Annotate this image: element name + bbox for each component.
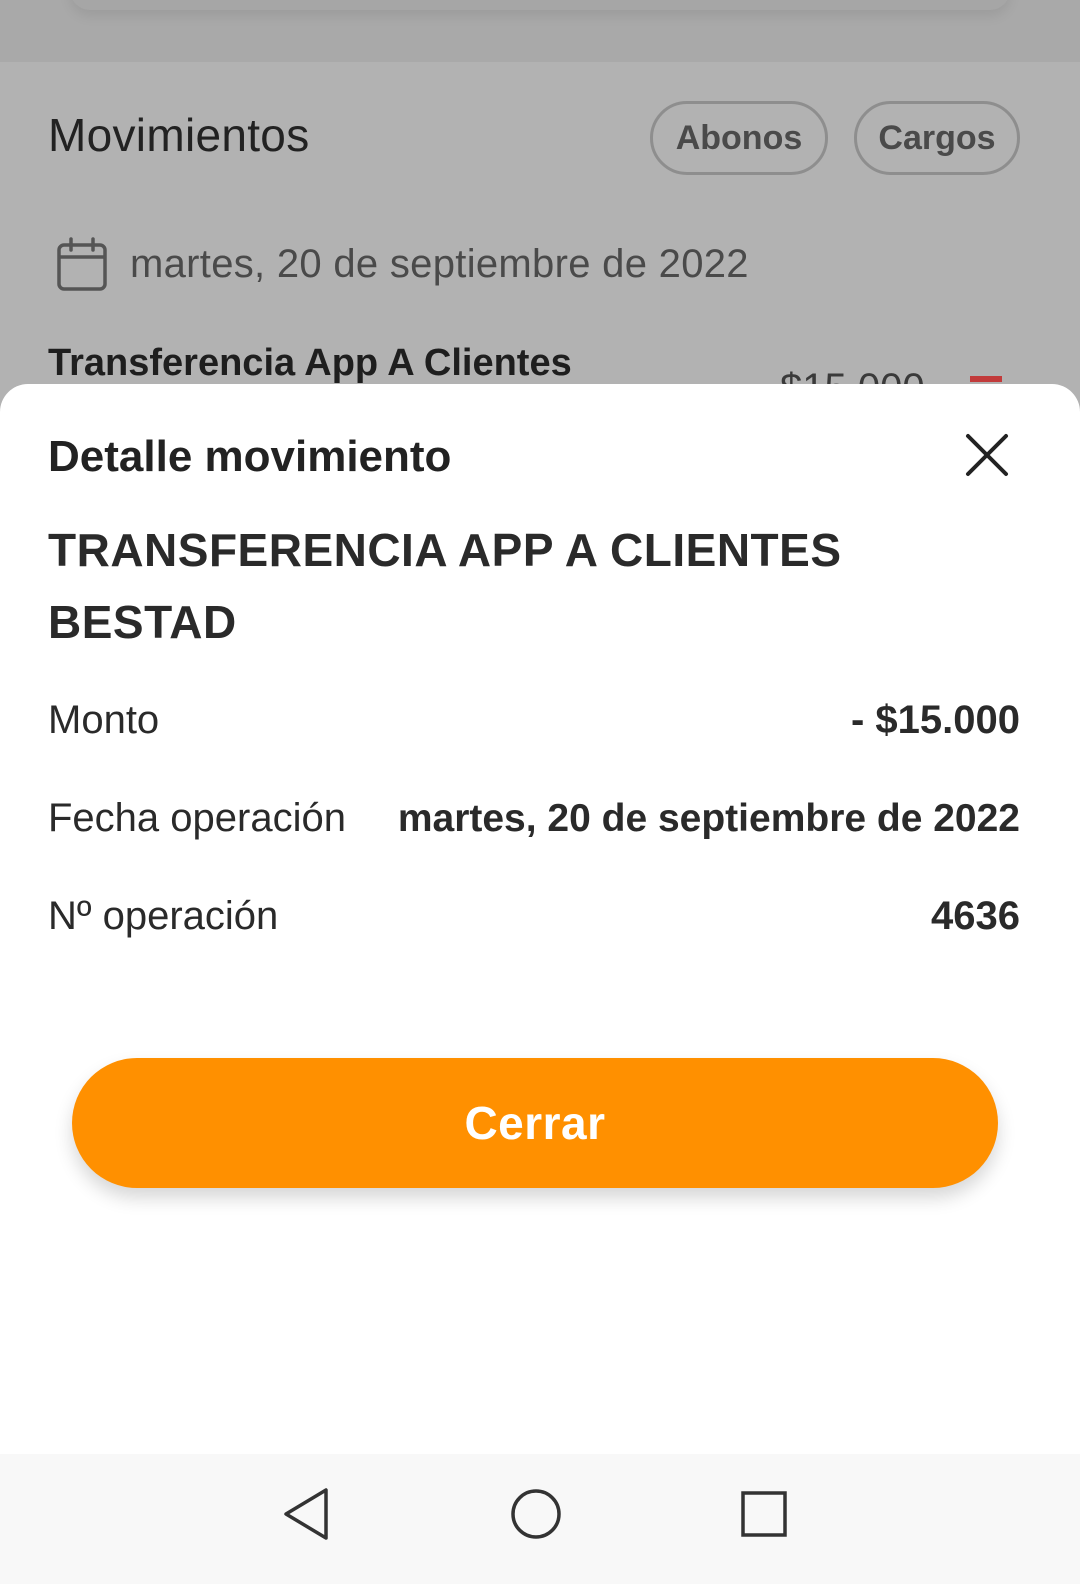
filter-abonos-button[interactable]: Abonos — [650, 101, 828, 175]
filter-cargos-button[interactable]: Cargos — [854, 101, 1020, 175]
detail-value: 4636 — [931, 894, 1020, 938]
back-triangle-icon[interactable] — [278, 1484, 338, 1544]
detail-label: Monto — [48, 698, 160, 742]
top-card-edge — [0, 0, 1080, 62]
transaction-name: TRANSFERENCIA APP A CLIENTES BESTAD — [48, 524, 842, 648]
calendar-icon — [56, 236, 108, 292]
detail-row-amount: Monto - $15.000 — [48, 698, 1020, 743]
transaction-title[interactable]: Transferencia App A Clientes — [48, 342, 572, 385]
sheet-title: Detalle movimiento — [48, 432, 452, 481]
detail-row-date: Fecha operación martes, 20 de septiembre… — [48, 796, 1020, 841]
movements-title: Movimientos — [48, 109, 310, 161]
detail-label: Fecha operación — [48, 796, 346, 840]
detail-value: - $15.000 — [850, 698, 1020, 742]
debit-indicator-icon — [970, 376, 1002, 382]
recent-square-icon[interactable] — [734, 1484, 794, 1544]
movement-detail-sheet: Detalle movimiento TRANSFERENCIA APP A C… — [0, 384, 1080, 1454]
system-navigation-bar — [0, 1454, 1080, 1584]
close-icon[interactable] — [962, 430, 1012, 480]
background-screen: Movimientos Abonos Cargos martes, 20 de … — [0, 0, 1080, 420]
home-circle-icon[interactable] — [506, 1484, 566, 1544]
detail-row-operation-number: Nº operación 4636 — [48, 894, 1020, 939]
close-button[interactable]: Cerrar — [72, 1058, 998, 1188]
date-label: martes, 20 de septiembre de 2022 — [130, 241, 749, 286]
detail-value: martes, 20 de septiembre de 2022 — [397, 797, 1020, 840]
top-card — [70, 0, 1010, 10]
detail-label: Nº operación — [48, 894, 279, 938]
date-header: martes, 20 de septiembre de 2022 — [56, 236, 749, 292]
